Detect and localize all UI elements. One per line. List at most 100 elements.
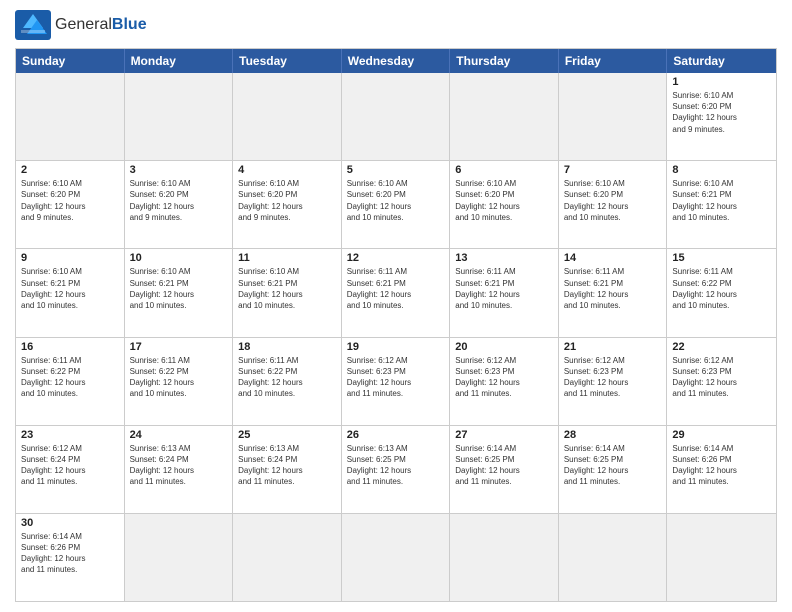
calendar-cell-1-5: 7 Sunrise: 6:10 AM Sunset: 6:20 PM Daylig… [559,161,668,248]
calendar-cell-4-5: 28 Sunrise: 6:14 AM Sunset: 6:25 PM Dayli… [559,426,668,513]
calendar-row-4: 23 Sunrise: 6:12 AM Sunset: 6:24 PM Dayli… [16,426,776,514]
day-detail: Sunrise: 6:13 AM Sunset: 6:25 PM Dayligh… [347,443,445,488]
day-number: 15 [672,252,771,264]
day-number: 14 [564,252,662,264]
day-number: 9 [21,252,119,264]
day-detail: Sunrise: 6:14 AM Sunset: 6:26 PM Dayligh… [21,531,119,576]
calendar-cell-2-3: 12Sunrise: 6:11 AM Sunset: 6:21 PM Dayli… [342,249,451,336]
day-number: 5 [347,164,445,176]
day-detail: Sunrise: 6:11 AM Sunset: 6:22 PM Dayligh… [672,266,771,311]
day-number: 6 [455,164,553,176]
calendar-cell-1-0: 2 Sunrise: 6:10 AM Sunset: 6:20 PM Daylig… [16,161,125,248]
day-detail: Sunrise: 6:14 AM Sunset: 6:25 PM Dayligh… [564,443,662,488]
day-detail: Sunrise: 6:12 AM Sunset: 6:23 PM Dayligh… [347,355,445,400]
calendar-cell-4-0: 23 Sunrise: 6:12 AM Sunset: 6:24 PM Dayli… [16,426,125,513]
calendar-header: SundayMondayTuesdayWednesdayThursdayFrid… [16,49,776,73]
day-detail: Sunrise: 6:10 AM Sunset: 6:20 PM Dayligh… [238,178,336,223]
day-number: 13 [455,252,553,264]
day-detail: Sunrise: 6:11 AM Sunset: 6:22 PM Dayligh… [130,355,228,400]
day-detail: Sunrise: 6:14 AM Sunset: 6:26 PM Dayligh… [672,443,771,488]
calendar-cell-2-5: 14 Sunrise: 6:11 AM Sunset: 6:21 PM Dayli… [559,249,668,336]
calendar-cell-5-4 [450,514,559,601]
calendar-cell-5-1 [125,514,234,601]
calendar-row-5: 30Sunrise: 6:14 AM Sunset: 6:26 PM Dayli… [16,514,776,601]
day-detail: Sunrise: 6:10 AM Sunset: 6:20 PM Dayligh… [564,178,662,223]
day-number: 22 [672,341,771,353]
day-number: 16 [21,341,119,353]
calendar: SundayMondayTuesdayWednesdayThursdayFrid… [15,48,777,602]
day-detail: Sunrise: 6:13 AM Sunset: 6:24 PM Dayligh… [238,443,336,488]
day-detail: Sunrise: 6:10 AM Sunset: 6:20 PM Dayligh… [347,178,445,223]
calendar-cell-0-5 [559,73,668,160]
logo: GeneralBlue [15,10,147,40]
day-detail: Sunrise: 6:11 AM Sunset: 6:21 PM Dayligh… [347,266,445,311]
calendar-cell-5-5 [559,514,668,601]
calendar-cell-2-4: 13 Sunrise: 6:11 AM Sunset: 6:21 PM Dayli… [450,249,559,336]
day-number: 23 [21,429,119,441]
day-detail: Sunrise: 6:10 AM Sunset: 6:21 PM Dayligh… [672,178,771,223]
day-number: 20 [455,341,553,353]
weekday-header-thursday: Thursday [450,49,559,73]
day-number: 28 [564,429,662,441]
calendar-row-2: 9 Sunrise: 6:10 AM Sunset: 6:21 PM Daylig… [16,249,776,337]
day-number: 26 [347,429,445,441]
logo-text: GeneralBlue [55,16,147,34]
calendar-cell-1-4: 6 Sunrise: 6:10 AM Sunset: 6:20 PM Daylig… [450,161,559,248]
day-number: 11 [238,252,336,264]
calendar-cell-4-6: 29 Sunrise: 6:14 AM Sunset: 6:26 PM Dayli… [667,426,776,513]
calendar-cell-4-3: 26 Sunrise: 6:13 AM Sunset: 6:25 PM Dayli… [342,426,451,513]
day-number: 10 [130,252,228,264]
day-number: 25 [238,429,336,441]
day-number: 21 [564,341,662,353]
day-detail: Sunrise: 6:10 AM Sunset: 6:20 PM Dayligh… [672,90,771,135]
day-number: 29 [672,429,771,441]
day-detail: Sunrise: 6:12 AM Sunset: 6:23 PM Dayligh… [564,355,662,400]
calendar-cell-5-3 [342,514,451,601]
calendar-cell-1-3: 5 Sunrise: 6:10 AM Sunset: 6:20 PM Daylig… [342,161,451,248]
weekday-header-sunday: Sunday [16,49,125,73]
calendar-cell-4-2: 25 Sunrise: 6:13 AM Sunset: 6:24 PM Dayli… [233,426,342,513]
calendar-cell-0-3 [342,73,451,160]
day-number: 7 [564,164,662,176]
calendar-cell-2-6: 15 Sunrise: 6:11 AM Sunset: 6:22 PM Dayli… [667,249,776,336]
calendar-cell-5-6 [667,514,776,601]
calendar-cell-3-1: 17 Sunrise: 6:11 AM Sunset: 6:22 PM Dayli… [125,338,234,425]
calendar-row-3: 16 Sunrise: 6:11 AM Sunset: 6:22 PM Dayli… [16,338,776,426]
day-detail: Sunrise: 6:13 AM Sunset: 6:24 PM Dayligh… [130,443,228,488]
day-number: 17 [130,341,228,353]
page-header: GeneralBlue [15,10,777,40]
day-detail: Sunrise: 6:10 AM Sunset: 6:20 PM Dayligh… [455,178,553,223]
day-number: 27 [455,429,553,441]
weekday-header-monday: Monday [125,49,234,73]
calendar-cell-0-2 [233,73,342,160]
day-number: 19 [347,341,445,353]
day-detail: Sunrise: 6:11 AM Sunset: 6:22 PM Dayligh… [238,355,336,400]
day-detail: Sunrise: 6:10 AM Sunset: 6:21 PM Dayligh… [238,266,336,311]
calendar-cell-1-2: 4 Sunrise: 6:10 AM Sunset: 6:20 PM Daylig… [233,161,342,248]
calendar-cell-2-2: 11 Sunrise: 6:10 AM Sunset: 6:21 PM Dayli… [233,249,342,336]
day-detail: Sunrise: 6:11 AM Sunset: 6:21 PM Dayligh… [564,266,662,311]
day-detail: Sunrise: 6:14 AM Sunset: 6:25 PM Dayligh… [455,443,553,488]
calendar-row-1: 2 Sunrise: 6:10 AM Sunset: 6:20 PM Daylig… [16,161,776,249]
calendar-cell-3-6: 22 Sunrise: 6:12 AM Sunset: 6:23 PM Dayli… [667,338,776,425]
calendar-cell-2-1: 10 Sunrise: 6:10 AM Sunset: 6:21 PM Dayli… [125,249,234,336]
calendar-cell-0-1 [125,73,234,160]
weekday-header-wednesday: Wednesday [342,49,451,73]
day-detail: Sunrise: 6:12 AM Sunset: 6:23 PM Dayligh… [672,355,771,400]
day-detail: Sunrise: 6:12 AM Sunset: 6:24 PM Dayligh… [21,443,119,488]
day-detail: Sunrise: 6:10 AM Sunset: 6:20 PM Dayligh… [21,178,119,223]
calendar-cell-5-2 [233,514,342,601]
calendar-cell-3-4: 20Sunrise: 6:12 AM Sunset: 6:23 PM Dayli… [450,338,559,425]
calendar-cell-3-3: 19 Sunrise: 6:12 AM Sunset: 6:23 PM Dayli… [342,338,451,425]
day-detail: Sunrise: 6:11 AM Sunset: 6:21 PM Dayligh… [455,266,553,311]
day-number: 1 [672,76,771,88]
logo-icon [15,10,51,40]
weekday-header-friday: Friday [559,49,668,73]
day-detail: Sunrise: 6:10 AM Sunset: 6:21 PM Dayligh… [130,266,228,311]
calendar-cell-0-6: 1 Sunrise: 6:10 AM Sunset: 6:20 PM Daylig… [667,73,776,160]
weekday-header-tuesday: Tuesday [233,49,342,73]
day-number: 24 [130,429,228,441]
day-detail: Sunrise: 6:11 AM Sunset: 6:22 PM Dayligh… [21,355,119,400]
day-number: 2 [21,164,119,176]
day-number: 4 [238,164,336,176]
